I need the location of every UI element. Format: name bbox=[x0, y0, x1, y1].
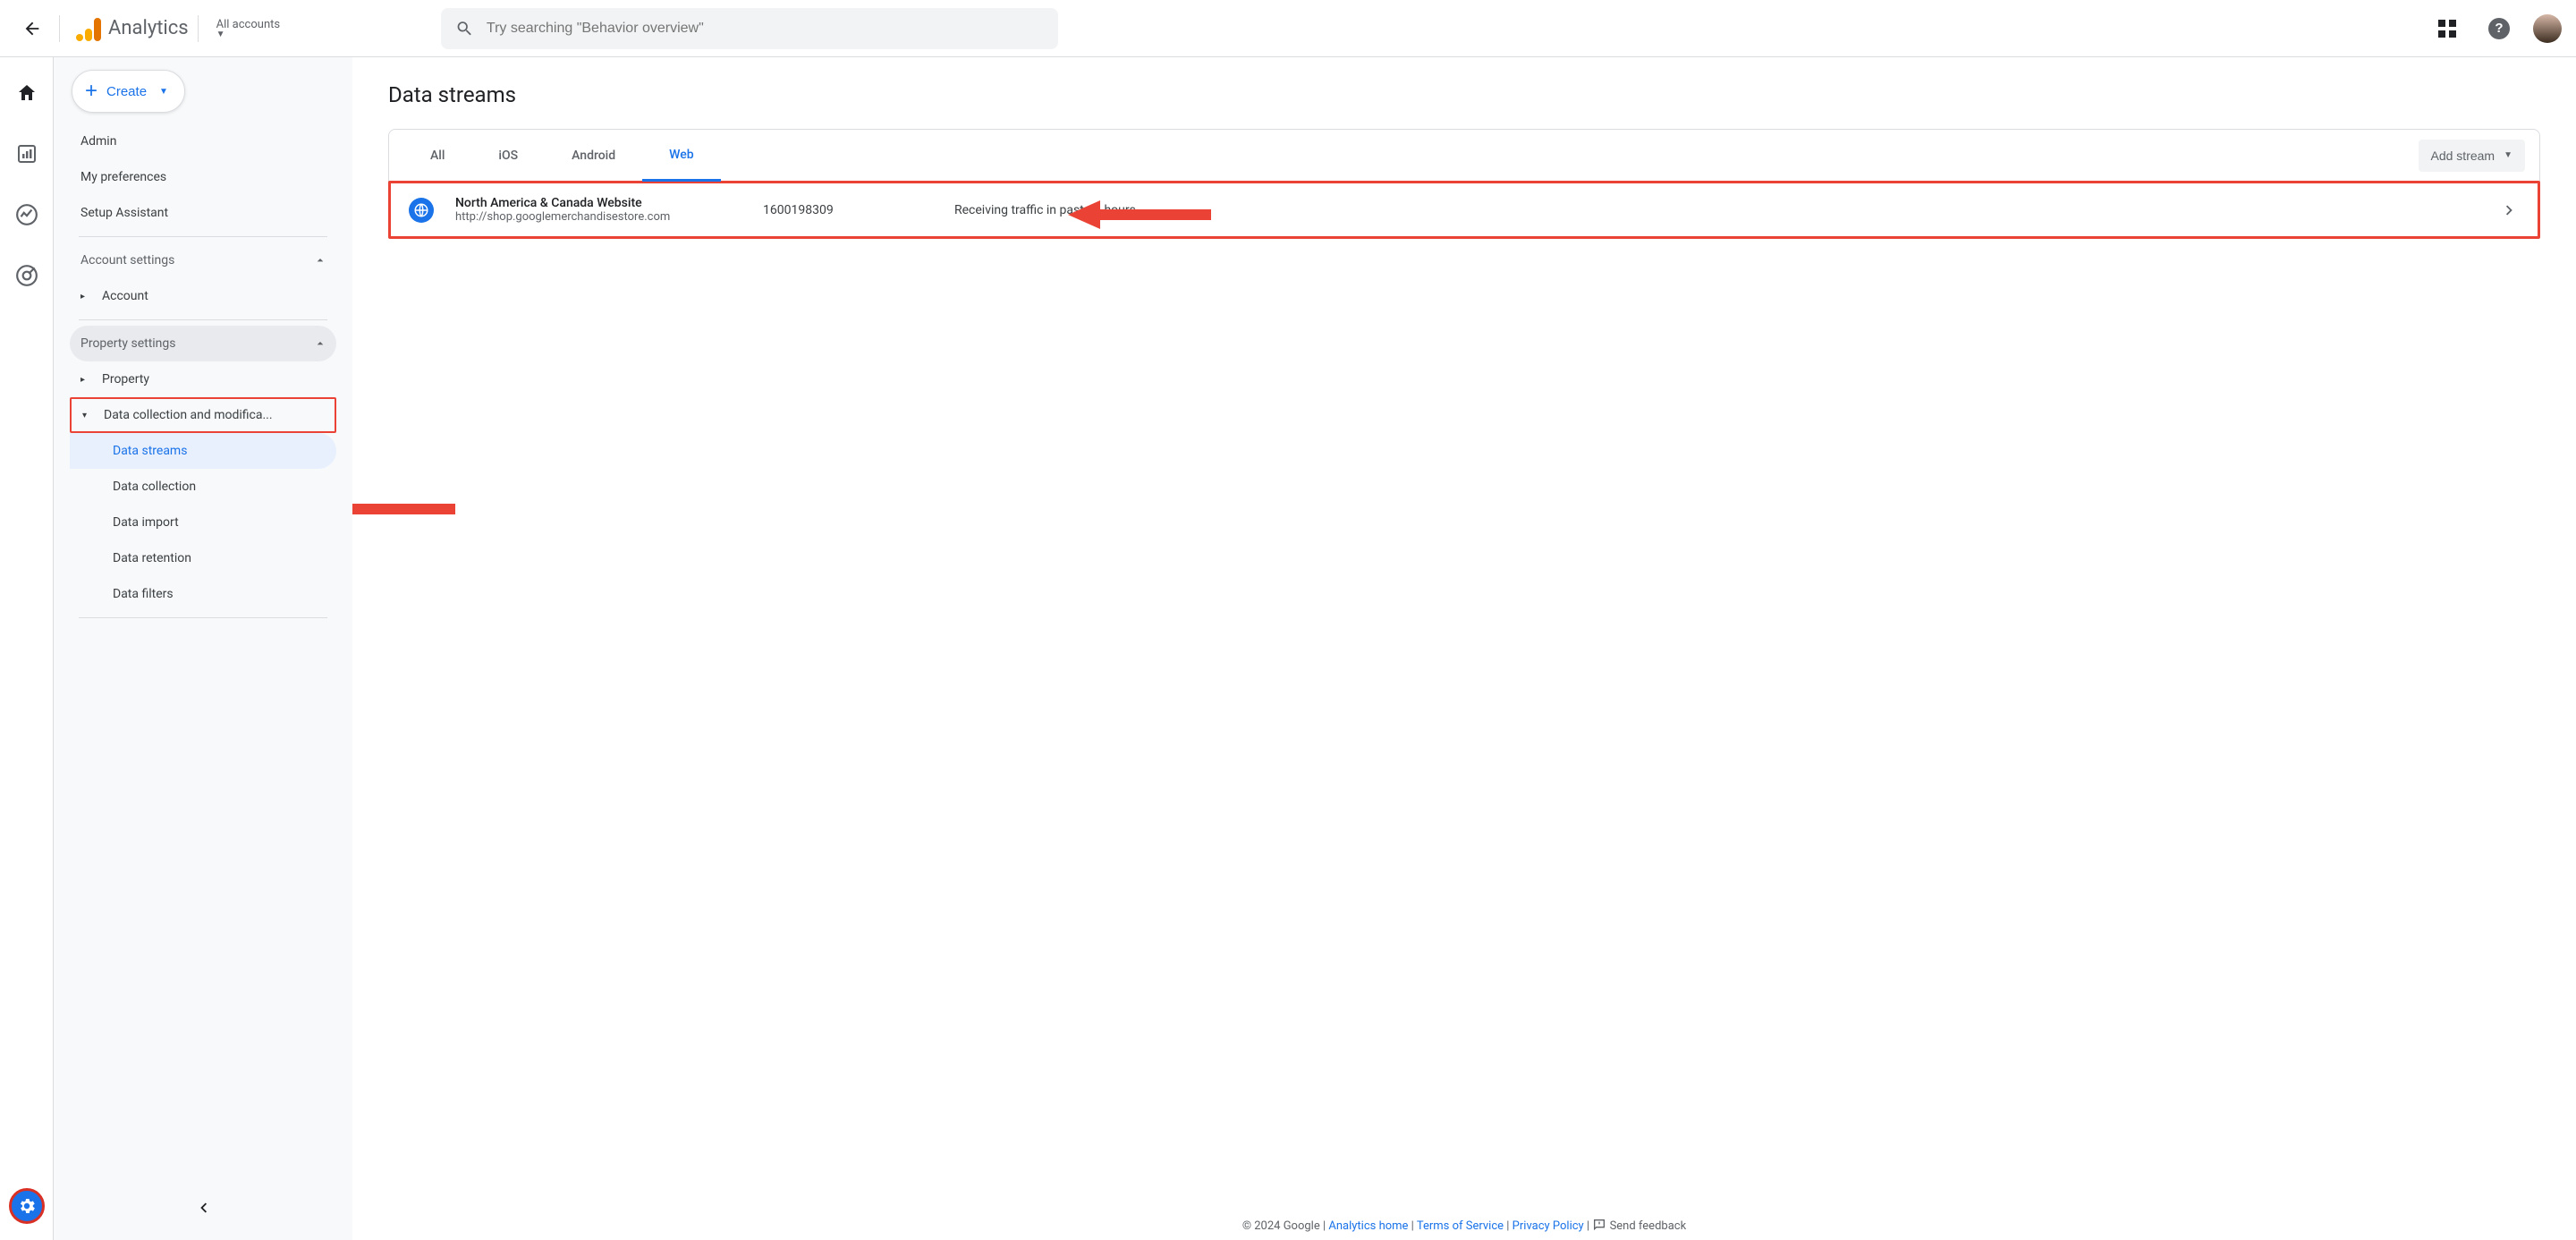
tabs-row: All iOS Android Web Add stream ▼ bbox=[389, 130, 2539, 182]
app-title: Analytics bbox=[108, 17, 189, 39]
footer-feedback[interactable]: Send feedback bbox=[1610, 1219, 1687, 1233]
nav-setup-assistant[interactable]: Setup Assistant bbox=[70, 195, 336, 231]
caret-right-icon: ▸ bbox=[80, 292, 89, 302]
sidebar-collapse-button[interactable] bbox=[185, 1190, 221, 1226]
create-button[interactable]: + Create ▼ bbox=[72, 70, 185, 113]
streams-card: All iOS Android Web Add stream ▼ North A… bbox=[388, 129, 2540, 239]
sidebar: + Create ▼ Admin My preferences Setup As… bbox=[54, 57, 352, 1240]
search-input[interactable] bbox=[487, 21, 1044, 37]
rail-advertising[interactable] bbox=[9, 258, 45, 293]
nav-section: Admin My preferences Setup Assistant Acc… bbox=[63, 123, 343, 624]
stream-id: 1600198309 bbox=[763, 203, 933, 217]
tab-ios[interactable]: iOS bbox=[471, 130, 545, 181]
nav-separator-3 bbox=[79, 617, 327, 618]
tab-all[interactable]: All bbox=[403, 130, 471, 181]
apps-grid-icon bbox=[2438, 20, 2456, 38]
nav-rail bbox=[0, 57, 54, 1240]
footer-privacy[interactable]: Privacy Policy bbox=[1513, 1219, 1584, 1233]
rail-home[interactable] bbox=[9, 75, 45, 111]
nav-data-filters[interactable]: Data filters bbox=[70, 576, 336, 612]
footer-tos[interactable]: Terms of Service bbox=[1417, 1219, 1504, 1233]
home-icon bbox=[16, 82, 38, 104]
create-label: Create bbox=[106, 84, 147, 99]
nav-sub-label: Property bbox=[102, 372, 149, 386]
body: + Create ▼ Admin My preferences Setup As… bbox=[0, 57, 2576, 1240]
footer: © 2024 Google | Analytics home | Terms o… bbox=[352, 1218, 2576, 1233]
nav-sub-label: Data collection and modifica... bbox=[104, 408, 273, 422]
chevron-up-icon bbox=[313, 336, 327, 351]
footer-copyright: © 2024 Google bbox=[1242, 1219, 1320, 1233]
header-right: ? bbox=[2429, 11, 2562, 47]
nav-my-preferences[interactable]: My preferences bbox=[70, 159, 336, 195]
search-bar[interactable] bbox=[441, 8, 1058, 49]
annotation-arrow-icon bbox=[1068, 197, 1211, 233]
search-container bbox=[441, 8, 1058, 49]
bar-chart-icon bbox=[16, 143, 38, 165]
feedback-icon bbox=[1592, 1218, 1606, 1232]
plus-icon: + bbox=[85, 79, 97, 104]
arrow-left-icon bbox=[22, 19, 42, 38]
rail-explore[interactable] bbox=[9, 197, 45, 233]
header-divider-2 bbox=[198, 15, 199, 42]
target-icon bbox=[15, 264, 38, 287]
nav-group-label: Account settings bbox=[80, 253, 174, 268]
add-stream-label: Add stream bbox=[2431, 149, 2496, 163]
help-button[interactable]: ? bbox=[2481, 11, 2517, 47]
nav-data-import[interactable]: Data import bbox=[70, 505, 336, 540]
nav-data-retention[interactable]: Data retention bbox=[70, 540, 336, 576]
footer-analytics-home[interactable]: Analytics home bbox=[1328, 1219, 1408, 1233]
caret-right-icon: ▸ bbox=[80, 375, 89, 385]
tab-web[interactable]: Web bbox=[642, 131, 720, 182]
nav-account-settings[interactable]: Account settings bbox=[70, 242, 336, 278]
stream-row[interactable]: North America & Canada Website http://sh… bbox=[388, 181, 2540, 239]
rail-admin-active[interactable] bbox=[9, 1188, 45, 1224]
nav-sub-label: Account bbox=[102, 289, 148, 303]
annotation-arrow-icon bbox=[352, 491, 455, 527]
header-divider bbox=[59, 15, 60, 42]
nav-separator-2 bbox=[79, 319, 327, 320]
nav-group-label: Property settings bbox=[80, 336, 176, 351]
nav-account[interactable]: ▸ Account bbox=[70, 278, 336, 314]
globe-icon bbox=[409, 198, 434, 223]
logo[interactable]: Analytics bbox=[76, 16, 189, 41]
rail-reports[interactable] bbox=[9, 136, 45, 172]
back-button[interactable] bbox=[14, 11, 50, 47]
nav-data-collection[interactable]: Data collection bbox=[70, 469, 336, 505]
stream-name-column: North America & Canada Website http://sh… bbox=[455, 196, 741, 224]
nav-data-streams[interactable]: Data streams bbox=[70, 433, 336, 469]
gear-icon bbox=[17, 1196, 37, 1216]
stream-name: North America & Canada Website bbox=[455, 196, 741, 210]
caret-down-icon: ▼ bbox=[159, 87, 168, 97]
ga-logo-icon bbox=[76, 16, 101, 41]
nav-property-settings[interactable]: Property settings bbox=[70, 326, 336, 361]
nav-admin[interactable]: Admin bbox=[70, 123, 336, 159]
caret-down-icon: ▼ bbox=[216, 30, 280, 39]
tab-android[interactable]: Android bbox=[545, 130, 642, 181]
main-content: Data streams All iOS Android Web Add str… bbox=[352, 57, 2576, 1240]
nav-data-collection-group[interactable]: ▾ Data collection and modifica... bbox=[70, 397, 336, 433]
chevron-right-icon bbox=[2500, 200, 2520, 220]
apps-button[interactable] bbox=[2429, 11, 2465, 47]
chevron-up-icon bbox=[313, 253, 327, 268]
avatar[interactable] bbox=[2533, 14, 2562, 43]
header: Analytics All accounts ▼ ? bbox=[0, 0, 2576, 57]
caret-down-icon: ▾ bbox=[82, 411, 91, 420]
search-icon bbox=[455, 19, 474, 38]
page-title: Data streams bbox=[388, 82, 2540, 107]
nav-separator bbox=[79, 236, 327, 237]
help-icon: ? bbox=[2488, 18, 2510, 39]
add-stream-button[interactable]: Add stream ▼ bbox=[2419, 140, 2526, 172]
chevron-left-icon bbox=[193, 1198, 213, 1218]
trend-icon bbox=[15, 203, 38, 226]
caret-down-icon: ▼ bbox=[2504, 150, 2512, 160]
stream-url: http://shop.googlemerchandisestore.com bbox=[455, 210, 741, 224]
account-selector[interactable]: All accounts ▼ bbox=[216, 18, 280, 39]
nav-property[interactable]: ▸ Property bbox=[70, 361, 336, 397]
